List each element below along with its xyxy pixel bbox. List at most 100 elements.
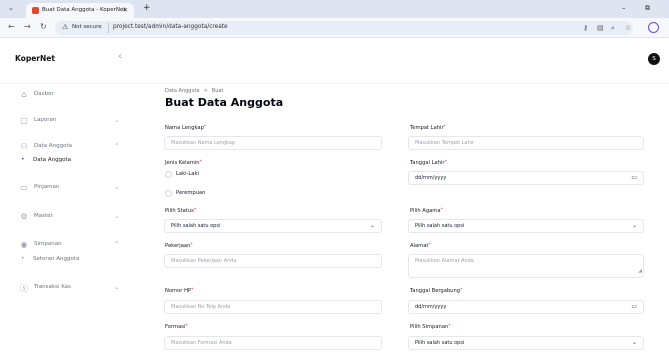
tanggal-bergabung-label: Tanggal Bergabung*: [410, 288, 462, 294]
chevron-down-icon: ⌄: [631, 222, 637, 229]
label-text: Nomor HP: [165, 288, 192, 294]
warning-icon: ⚠: [62, 23, 69, 31]
required-mark: *: [460, 288, 463, 293]
chevron-down-icon: ⌄: [369, 222, 375, 229]
required-mark: *: [185, 324, 188, 329]
pekerjaan-label: Pekerjaan*: [165, 243, 193, 249]
pekerjaan-input[interactable]: Masukkan Pekerjaan Anda: [164, 254, 382, 268]
nama-lengkap-input[interactable]: Masukkan Nama Lengkap: [164, 136, 382, 150]
radio-laki-laki[interactable]: Laki-Laki: [165, 171, 245, 179]
jenis-kelamin-label: Jenis Kelamin*: [165, 160, 202, 166]
resize-handle-icon[interactable]: ◢: [638, 265, 642, 277]
pilih-simpanan-label: Pilih Simpanan*: [410, 324, 451, 330]
breadcrumb-separator: >: [203, 88, 208, 94]
tab-search-chevron-icon[interactable]: ⌄: [8, 4, 14, 12]
loan-icon: ▭: [20, 183, 28, 192]
reload-icon[interactable]: ↻: [40, 22, 47, 31]
radio-label: Perempuan: [176, 190, 206, 196]
required-mark: *: [444, 160, 447, 165]
pilih-status-label: Pilih Status*: [165, 208, 196, 214]
zoom-icon[interactable]: ⌕: [611, 24, 615, 33]
required-mark: *: [443, 125, 446, 130]
simpanan-select[interactable]: Pilih salah satu opsi ⌄: [408, 336, 644, 350]
calendar-icon[interactable]: ▭: [631, 172, 637, 184]
profile-icon[interactable]: [648, 22, 659, 33]
agama-select[interactable]: Pilih salah satu opsi ⌄: [408, 219, 644, 233]
sidebar-item-label: Dasbor: [34, 91, 54, 97]
radio-circle[interactable]: [165, 171, 172, 178]
active-dot-icon: •: [21, 156, 25, 163]
browser-tab[interactable]: Buat Data Anggota - KoperNet ✕: [26, 3, 134, 18]
nomor-hp-label: Nomor HP*: [165, 288, 193, 294]
sidebar-item-pinjaman[interactable]: ▭ Pinjaman ⌄: [0, 182, 142, 196]
sidebar-item-label: Simpanan: [34, 241, 62, 247]
sidebar-item-dasbor[interactable]: ⌂ Dasbor: [0, 89, 142, 103]
sidebar-item-label: Data Anggota: [33, 157, 72, 163]
url-field[interactable]: ⚠ Not secure project.test/admin/data-ang…: [55, 21, 633, 35]
tanggal-lahir-input[interactable]: dd/mm/yyyy ▭: [408, 171, 644, 185]
sidebar: ⌂ Dasbor ▢ Laporan ⌄ ⚇ Data Anggota ⌃ • …: [0, 84, 142, 358]
sidebar-collapse-icon[interactable]: ‹: [118, 51, 122, 62]
app-logo[interactable]: KoperNet: [15, 54, 55, 63]
breadcrumb-link[interactable]: Data Anggota: [165, 88, 200, 94]
date-value: dd/mm/yyyy: [415, 304, 447, 310]
label-text: Pekerjaan: [165, 243, 191, 249]
textarea-placeholder: Masukkan Alamat Anda: [415, 258, 474, 264]
breadcrumb-current: Buat: [211, 88, 224, 94]
main-content: Data Anggota > Buat Buat Data Anggota Nama…: [142, 84, 669, 358]
sidebar-item-master[interactable]: ⚙ Master ⌄: [0, 211, 142, 225]
sidebar-item-label: Data Anggota: [34, 143, 73, 149]
key-icon[interactable]: ⚷: [583, 24, 588, 32]
chevron-down-icon: ⌄: [631, 339, 637, 346]
sidebar-item-laporan[interactable]: ▢ Laporan ⌄: [0, 115, 142, 129]
label-text: Tanggal Lahir: [410, 160, 445, 166]
label-text: Tempat Lahir: [410, 125, 444, 131]
chevron-up-icon: ⌃: [114, 142, 120, 150]
app-header: KoperNet ‹ S: [0, 38, 669, 84]
label-text: Nama Lengkap: [165, 125, 204, 131]
home-icon: ⌂: [21, 90, 27, 99]
minimize-icon[interactable]: –: [622, 4, 626, 12]
back-icon[interactable]: ←: [8, 22, 15, 31]
alamat-label: Alamat*: [410, 243, 431, 249]
sidebar-item-label: Transaksi Kas: [34, 284, 71, 290]
select-value: Pilih salah satu opsi: [415, 223, 465, 229]
chevron-down-icon: ⌄: [114, 212, 120, 220]
pilih-agama-label: Pilih Agama*: [410, 208, 443, 214]
restore-icon[interactable]: ⧉: [645, 4, 650, 13]
new-tab-button[interactable]: +: [143, 3, 151, 13]
calendar-icon[interactable]: ▭: [631, 301, 637, 313]
sidebar-item-label: Master: [34, 213, 53, 219]
chevron-down-icon: ⌄: [114, 283, 120, 291]
star-icon[interactable]: ☆: [625, 24, 631, 32]
translate-icon[interactable]: ▤: [597, 24, 604, 32]
security-label: Not secure: [72, 24, 102, 30]
nama-lengkap-label: Nama Lengkap*: [165, 125, 206, 131]
tempat-lahir-input[interactable]: Masukkan Tempat Lahir: [408, 136, 644, 150]
radio-perempuan[interactable]: Perempuan: [165, 190, 245, 198]
required-mark: *: [193, 208, 197, 213]
sidebar-subitem-data-anggota[interactable]: • Data Anggota: [0, 155, 142, 169]
tab-close-icon[interactable]: ✕: [123, 6, 128, 14]
sidebar-subitem-setoran-anggota[interactable]: • Setoran Anggota: [0, 254, 142, 268]
forward-icon[interactable]: →: [24, 22, 31, 31]
radio-label: Laki-Laki: [176, 171, 199, 177]
savings-icon: ◉: [20, 240, 28, 249]
chevron-down-icon: ⌄: [114, 116, 120, 124]
radio-circle[interactable]: [165, 190, 172, 197]
avatar[interactable]: S: [648, 53, 660, 65]
formasi-input[interactable]: Masukkan Formasi Anda: [164, 336, 382, 350]
chevron-down-icon: ⌄: [114, 183, 120, 191]
label-text: Pilih Agama: [410, 208, 441, 214]
favicon-icon: [32, 7, 39, 14]
sidebar-item-data-anggota[interactable]: ⚇ Data Anggota ⌃: [0, 141, 142, 155]
cash-icon: ⓢ: [20, 284, 28, 293]
required-mark: *: [203, 125, 207, 130]
nomor-hp-input[interactable]: Masukkan No Telp Anda: [164, 300, 382, 314]
status-select[interactable]: Pilih salah satu opsi ⌄: [164, 219, 382, 233]
tanggal-bergabung-input[interactable]: dd/mm/yyyy ▭: [408, 300, 644, 314]
sidebar-item-simpanan[interactable]: ◉ Simpanan ⌃: [0, 239, 142, 253]
alamat-textarea[interactable]: Masukkan Alamat Anda ◢: [408, 254, 644, 278]
sidebar-item-transaksi-kas[interactable]: ⓢ Transaksi Kas ⌄: [0, 282, 142, 296]
browser-tab-bar: ⌄ Buat Data Anggota - KoperNet ✕ + – ⧉: [0, 0, 669, 18]
